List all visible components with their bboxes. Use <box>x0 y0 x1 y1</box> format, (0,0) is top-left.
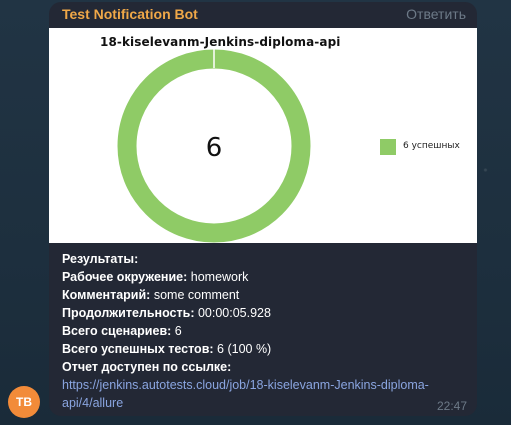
line-passed: Всего успешных тестов: 6 (100 %) <box>62 340 472 358</box>
comment-label: Комментарий: <box>62 288 151 302</box>
reply-button[interactable]: Ответить <box>406 6 466 22</box>
line-scenarios: Всего сценариев: 6 <box>62 322 472 340</box>
donut-chart: 6 <box>117 49 311 243</box>
line-report: Отчет доступен по ссылке: <box>62 358 472 376</box>
scenarios-value: 6 <box>174 324 182 338</box>
comment-value: some comment <box>153 288 240 302</box>
report-label: Отчет доступен по ссылке: <box>62 360 232 374</box>
env-value: homework <box>190 270 249 284</box>
passed-value: 6 (100 %) <box>217 342 272 356</box>
chart-image[interactable]: 18-kiselevanm-Jenkins-diploma-api 6 6 ус… <box>49 28 477 243</box>
line-duration: Продолжительность: 00:00:05.928 <box>62 304 472 322</box>
env-label: Рабочее окружение: <box>62 270 188 284</box>
report-link[interactable]: https://jenkins.autotests.cloud/job/18-k… <box>62 378 429 410</box>
line-results: Результаты: <box>62 250 472 268</box>
scenarios-label: Всего сценариев: <box>62 324 172 338</box>
line-env: Рабочее окружение: homework <box>62 268 472 286</box>
line-link: https://jenkins.autotests.cloud/job/18-k… <box>62 376 472 412</box>
message-text: Результаты: Рабочее окружение: homework … <box>62 250 472 412</box>
results-heading: Результаты: <box>62 252 139 266</box>
legend-label: 6 успешных <box>403 141 460 151</box>
line-comment: Комментарий: some comment <box>62 286 472 304</box>
message-time: 22:47 <box>436 399 467 413</box>
bot-name[interactable]: Test Notification Bot <box>62 6 198 22</box>
passed-label: Всего успешных тестов: <box>62 342 214 356</box>
bot-avatar[interactable]: ТВ <box>8 386 40 418</box>
legend-swatch <box>380 139 396 155</box>
center-label: 6 <box>206 133 223 163</box>
duration-value: 00:00:05.928 <box>197 306 271 320</box>
duration-label: Продолжительность: <box>62 306 195 320</box>
message-bubble: Test Notification Bot Ответить 18-kisele… <box>49 2 477 416</box>
